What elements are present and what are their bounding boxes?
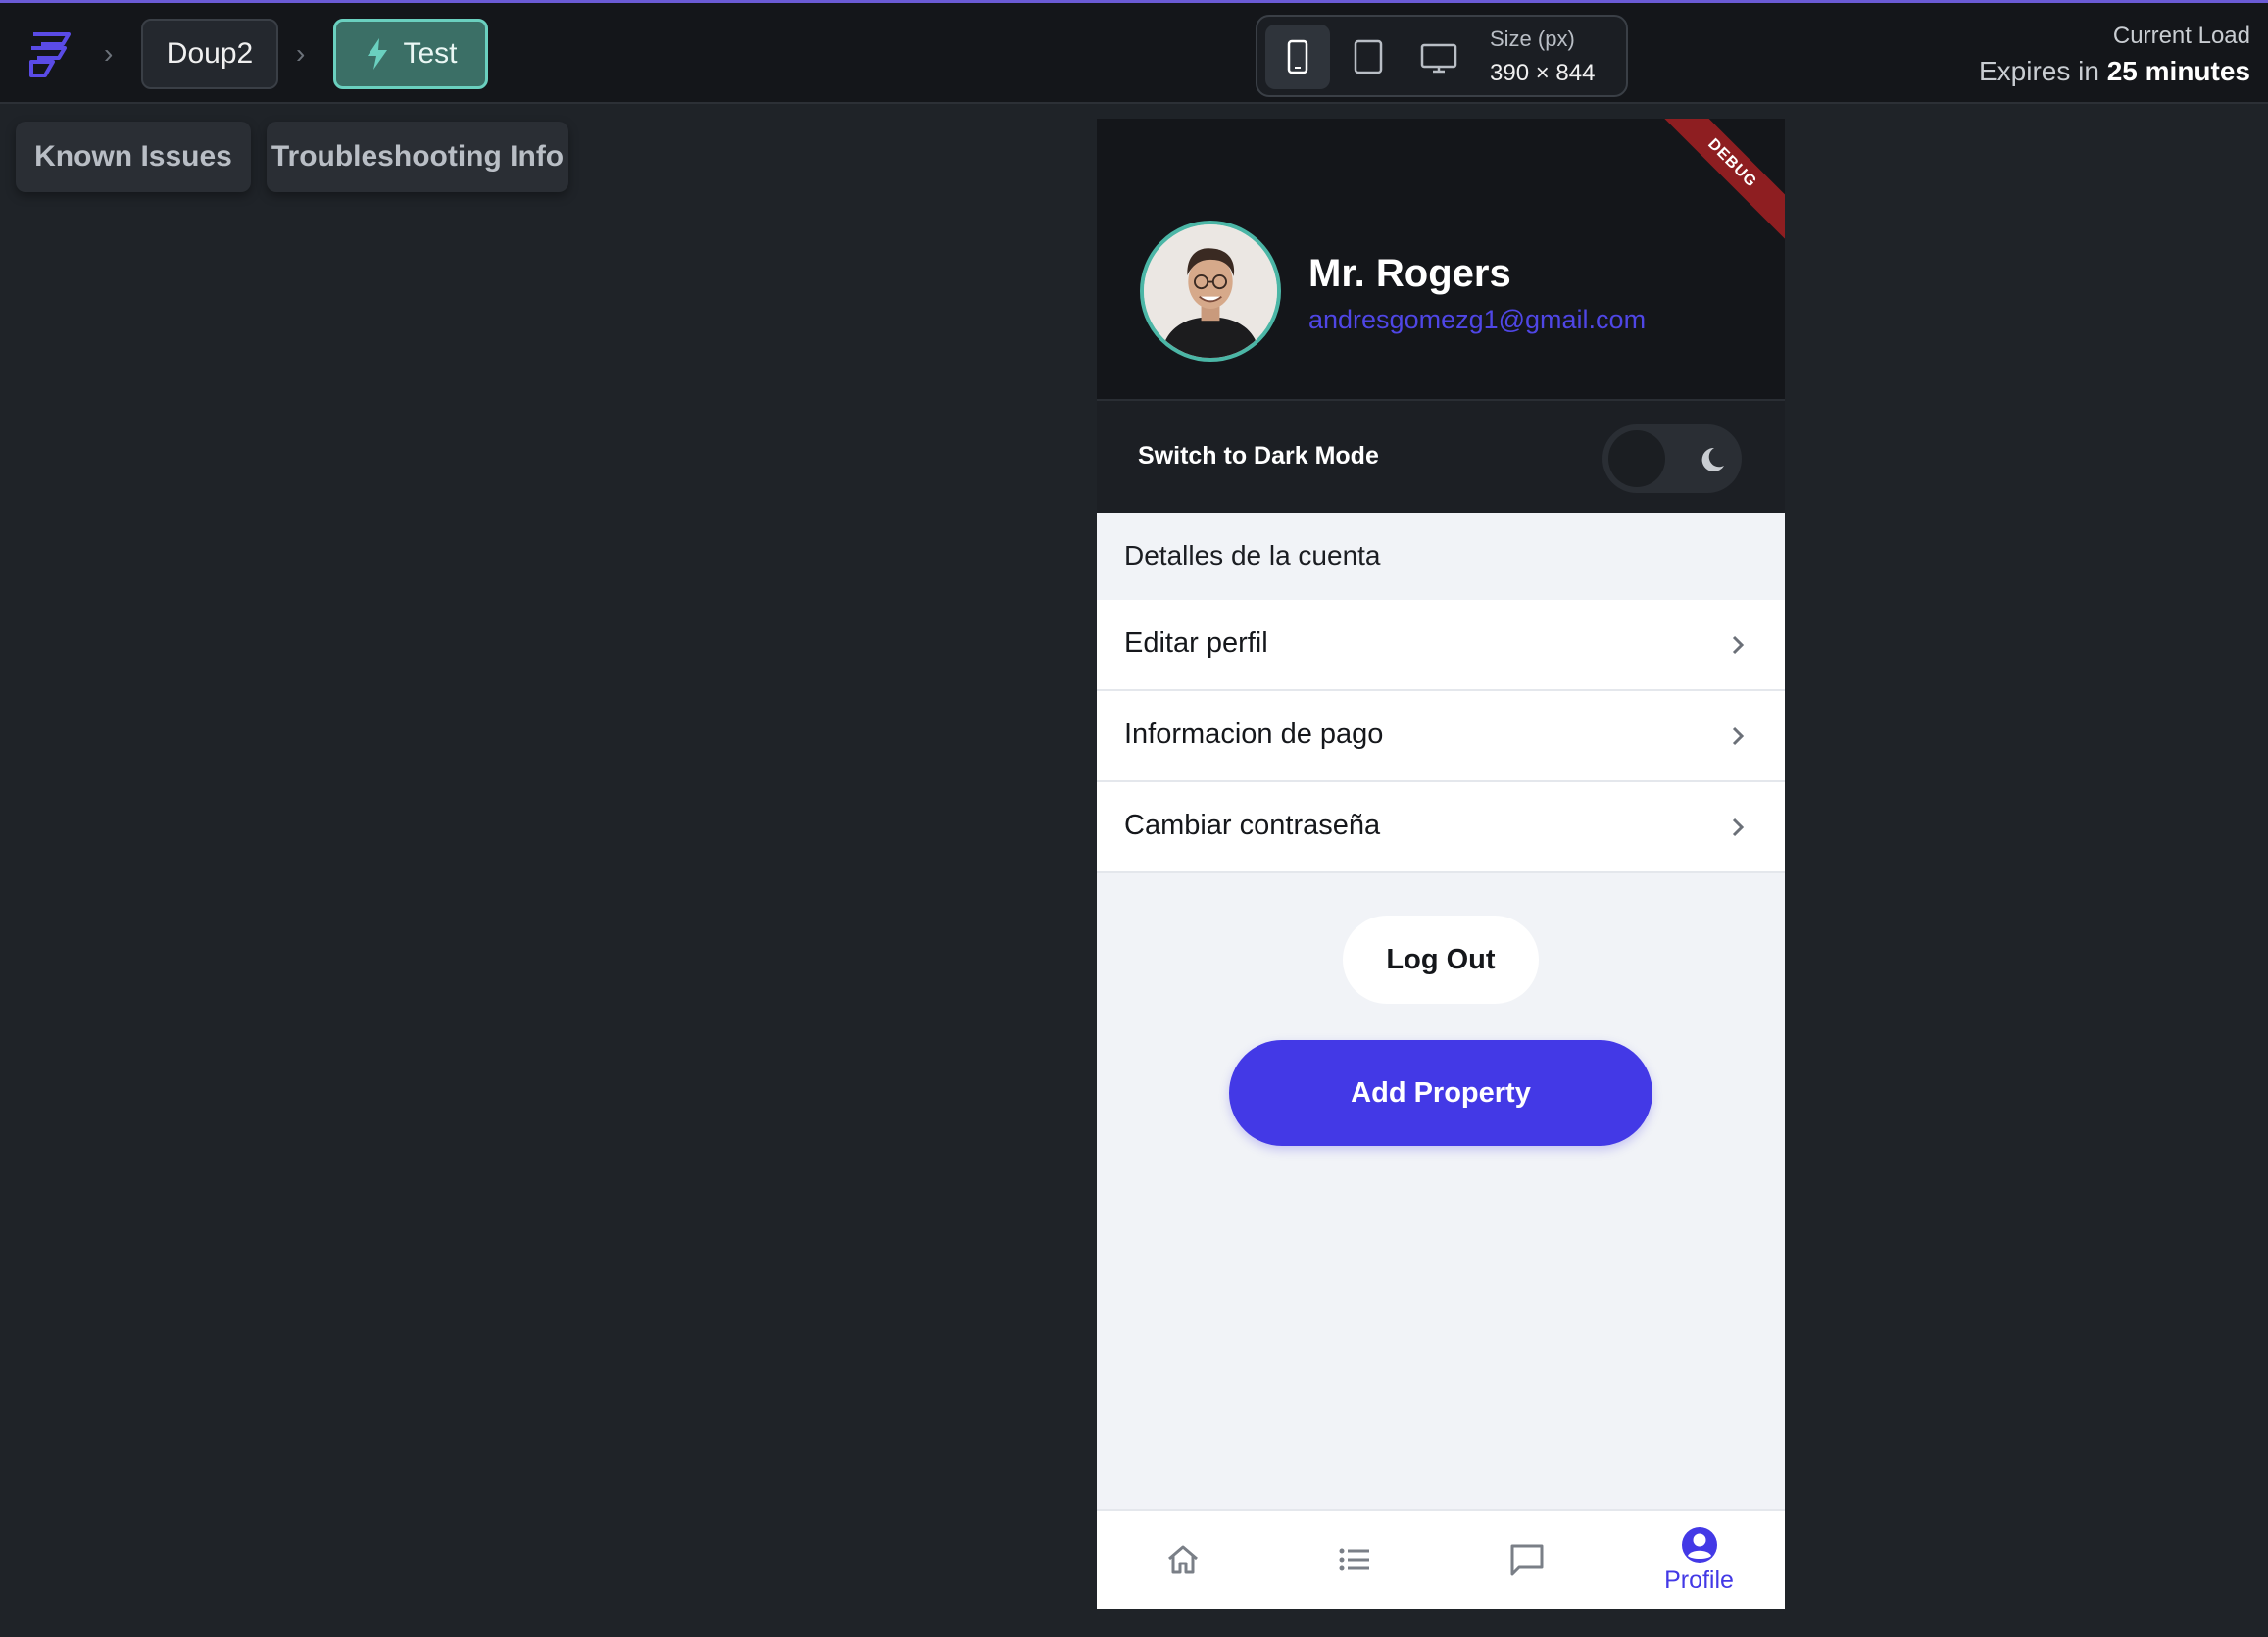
account-details-title: Detalles de la cuenta (1124, 540, 1381, 570)
size-value: 390 × 844 (1490, 60, 1596, 86)
breadcrumb-chevron-icon: › (104, 38, 114, 69)
size-label: Size (px) (1490, 26, 1575, 51)
device-size-selector: Size (px) 390 × 844 (1256, 15, 1628, 97)
desktop-icon (1420, 43, 1457, 74)
nav-item-chat[interactable] (1441, 1511, 1612, 1609)
chevron-right-icon (1732, 726, 1745, 746)
user-email: andresgomezg1@gmail.com (1308, 305, 1647, 334)
top-bar: › Doup2 › Test Size (px) 390 × 844 Curre… (0, 0, 2268, 104)
dark-mode-label: Switch to Dark Mode (1138, 442, 1379, 470)
troubleshooting-info-label: Troubleshooting Info (271, 140, 565, 173)
nav-label-profile: Profile (1664, 1565, 1734, 1594)
list-item-label: Editar perfil (1124, 627, 1268, 659)
list-item-label: Informacion de pago (1124, 719, 1384, 750)
troubleshooting-info-button[interactable]: Troubleshooting Info (267, 122, 568, 192)
expires-text: Expires in 25 minutes (1979, 56, 2250, 87)
list-item-label: Cambiar contraseña (1124, 810, 1381, 841)
log-out-label: Log Out (1386, 943, 1496, 975)
known-issues-label: Known Issues (34, 140, 232, 173)
profile-header: DEBUG Mr. Rogers andresgomezg1@gmail.com (1097, 119, 1785, 399)
dark-mode-toggle[interactable] (1602, 424, 1742, 493)
chevron-right-icon (1732, 818, 1745, 837)
moon-icon (1701, 447, 1724, 471)
phone-icon (1287, 39, 1308, 74)
chat-icon (1510, 1544, 1543, 1576)
known-issues-button[interactable]: Known Issues (16, 122, 251, 192)
phone-device-button[interactable] (1265, 25, 1330, 89)
user-name: Mr. Rogers (1308, 252, 1511, 295)
project-breadcrumb-button[interactable]: Doup2 (141, 19, 278, 89)
flutterflow-logo-icon[interactable] (24, 26, 78, 81)
add-property-label: Add Property (1351, 1076, 1531, 1109)
chevron-right-icon (1732, 635, 1745, 655)
list-item-payment-info[interactable]: Informacion de pago (1097, 691, 1785, 782)
avatar-photo-icon (1144, 224, 1277, 358)
account-options-list: Editar perfil Informacion de pago Cambia… (1097, 600, 1785, 873)
bottom-navigation: Profile (1097, 1509, 1785, 1609)
test-mode-button[interactable]: Test (333, 19, 488, 89)
breadcrumb-chevron-icon: › (296, 38, 306, 69)
list-item-change-password[interactable]: Cambiar contraseña (1097, 782, 1785, 873)
expires-prefix: Expires in (1979, 56, 2099, 86)
test-label: Test (403, 37, 458, 70)
nav-item-profile[interactable]: Profile (1613, 1511, 1785, 1609)
list-icon (1339, 1548, 1369, 1571)
lightning-icon (368, 38, 388, 70)
add-property-button[interactable]: Add Property (1229, 1040, 1652, 1146)
log-out-button[interactable]: Log Out (1343, 916, 1539, 1004)
phone-preview: DEBUG Mr. Rogers andresgomezg1@gmail.com… (1097, 119, 1785, 1609)
nav-item-home[interactable] (1097, 1511, 1268, 1609)
tablet-device-button[interactable] (1336, 25, 1401, 89)
avatar[interactable] (1140, 221, 1281, 362)
list-item-edit-profile[interactable]: Editar perfil (1097, 600, 1785, 691)
tablet-icon (1354, 39, 1383, 74)
debug-ribbon: DEBUG (1644, 119, 1785, 252)
dark-mode-row: Switch to Dark Mode (1097, 399, 1785, 513)
current-load-label: Current Load (2112, 23, 2250, 49)
nav-item-list[interactable] (1268, 1511, 1440, 1609)
project-name: Doup2 (166, 37, 254, 70)
toggle-knob (1608, 430, 1665, 487)
profile-icon (1681, 1526, 1717, 1563)
expires-value: 25 minutes (2106, 56, 2250, 86)
desktop-device-button[interactable] (1406, 25, 1471, 89)
home-icon (1167, 1545, 1198, 1574)
